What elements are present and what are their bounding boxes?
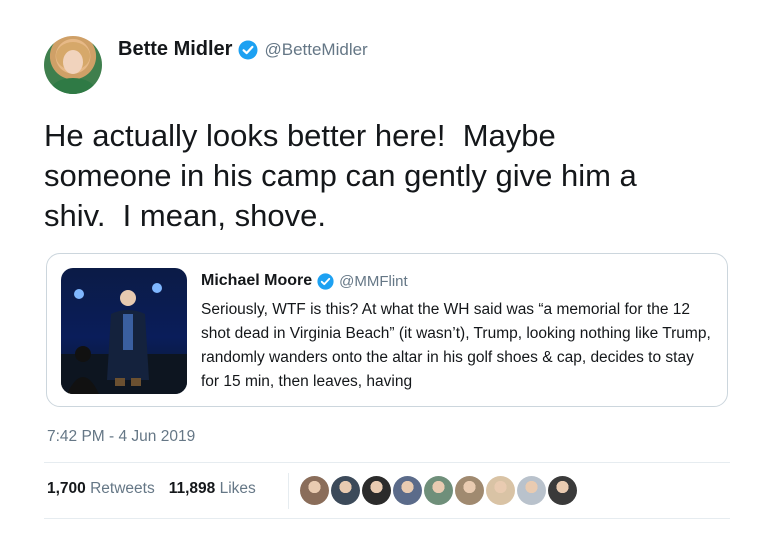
retweets-label: Retweets (90, 480, 155, 497)
author-header: Bette Midler @BetteMidler (118, 38, 368, 61)
stats-divider-top (44, 462, 730, 463)
liker-avatar[interactable] (362, 476, 391, 505)
author-display-name[interactable]: Bette Midler (118, 38, 232, 61)
liker-avatars (300, 476, 577, 505)
verified-badge-icon (238, 40, 258, 60)
liker-avatar[interactable] (300, 476, 329, 505)
quoted-author-handle[interactable]: @MMFlint (339, 273, 408, 290)
liker-avatar[interactable] (548, 476, 577, 505)
tweet-timestamp[interactable]: 7:42 PM - 4 Jun 2019 (47, 428, 195, 446)
liker-avatar[interactable] (424, 476, 453, 505)
retweets-stat[interactable]: 1,700 Retweets (47, 480, 155, 498)
quoted-tweet-header: Michael Moore @MMFlint (201, 272, 408, 290)
quoted-tweet-card[interactable]: Michael Moore @MMFlint Seriously, WTF is… (46, 253, 728, 407)
likes-label: Likes (219, 480, 256, 497)
engagement-stats: 1,700 Retweets 11,898 Likes (47, 480, 256, 498)
liker-avatar[interactable] (517, 476, 546, 505)
liker-avatar[interactable] (393, 476, 422, 505)
liker-avatar[interactable] (486, 476, 515, 505)
tweet-text: He actually looks better here! Maybe som… (44, 118, 637, 233)
author-handle[interactable]: @BetteMidler (264, 40, 367, 60)
retweets-count: 1,700 (47, 480, 86, 497)
quoted-author-display-name[interactable]: Michael Moore (201, 272, 312, 290)
quoted-tweet-image[interactable] (61, 268, 187, 394)
author-avatar[interactable] (44, 36, 102, 94)
avatar-portrait (51, 42, 95, 94)
likes-stat[interactable]: 11,898 Likes (169, 480, 256, 498)
likes-count: 11,898 (168, 480, 216, 497)
liker-avatar[interactable] (331, 476, 360, 505)
quoted-tweet-text: Seriously, WTF is this? At what the WH s… (201, 301, 711, 390)
liker-avatar[interactable] (455, 476, 484, 505)
stats-divider-bottom (44, 518, 730, 519)
stats-vertical-divider (288, 473, 289, 509)
quoted-verified-badge-icon (317, 272, 334, 290)
